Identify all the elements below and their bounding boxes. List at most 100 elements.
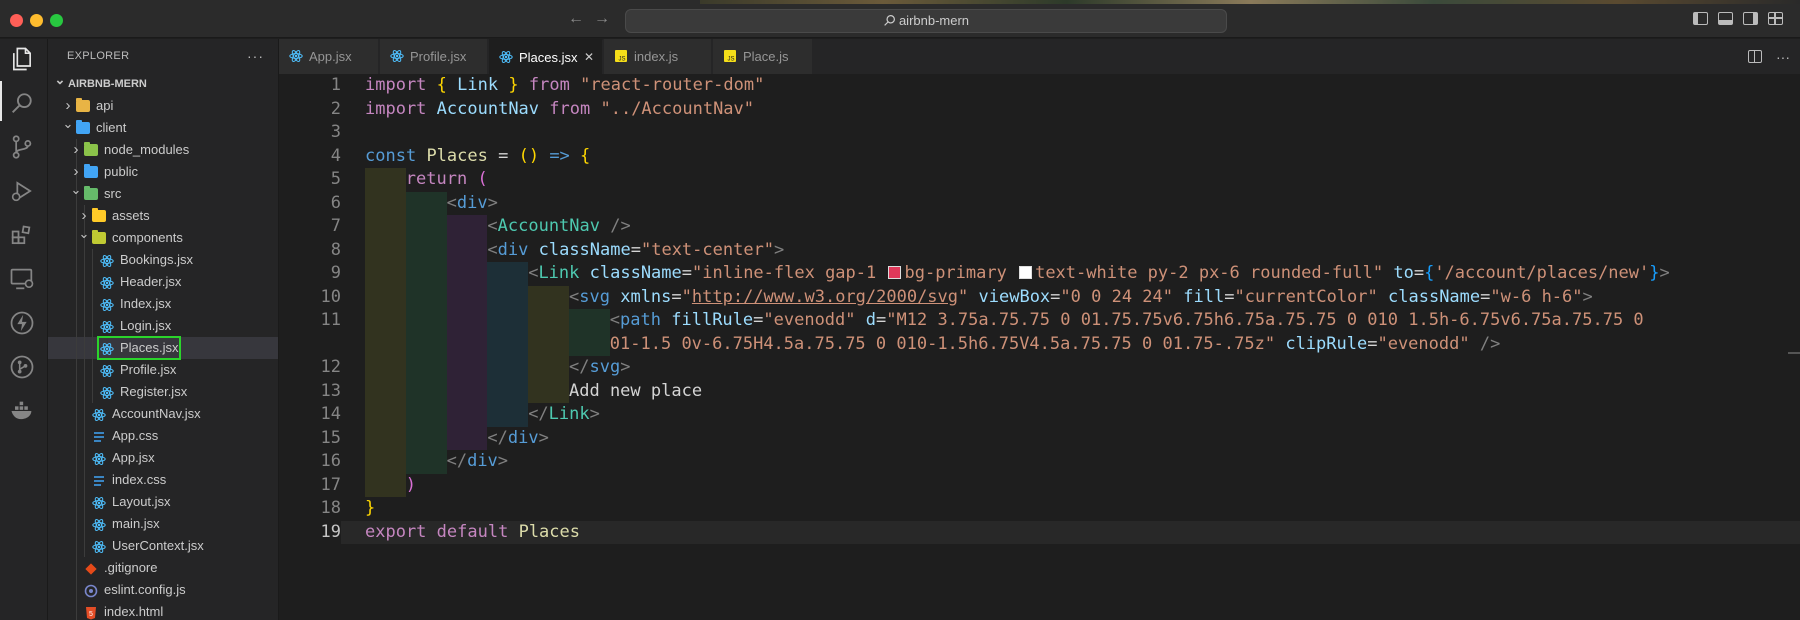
code-line[interactable]: 6 <div> <box>279 192 1800 216</box>
docker-icon[interactable] <box>8 397 40 429</box>
tab-place-js[interactable]: JS Place.js <box>713 39 813 74</box>
explorer-icon[interactable] <box>8 45 40 77</box>
code-line[interactable]: 16 </div> <box>279 450 1800 474</box>
tab-profile-jsx[interactable]: Profile.jsx <box>380 39 488 74</box>
tree-item-accountnav-jsx[interactable]: AccountNav.jsx <box>48 403 278 425</box>
string: text-white py-2 px-6 rounded-full" <box>1035 263 1384 283</box>
tree-item-api[interactable]: › api <box>48 95 278 117</box>
scrollbar-marker[interactable] <box>1788 352 1800 354</box>
tree-item-components[interactable]: ⌄ components <box>48 226 278 249</box>
more-actions-icon[interactable]: ··· <box>247 39 264 73</box>
tree-item-bookings-jsx[interactable]: Bookings.jsx <box>48 249 278 271</box>
toggle-primary-sidebar-icon[interactable] <box>1693 12 1708 25</box>
color-swatch[interactable] <box>888 266 902 279</box>
code-line[interactable]: 12 </svg> <box>279 356 1800 380</box>
more-actions-icon[interactable]: ··· <box>1776 49 1790 65</box>
code-line[interactable]: 17) <box>279 474 1800 498</box>
tree-item-label: .gitignore <box>104 560 158 575</box>
source-control-icon[interactable] <box>8 133 40 165</box>
tree-item-register-jsx[interactable]: Register.jsx <box>48 381 278 403</box>
code-editor[interactable]: 1 import { Link } from "react-router-dom"… <box>279 74 1800 620</box>
text <box>1378 287 1388 307</box>
tree-item-layout-jsx[interactable]: Layout.jsx <box>48 491 278 513</box>
code-line[interactable]: 15 </div> <box>279 427 1800 451</box>
chevron-down-icon[interactable]: ⌄ <box>62 113 74 135</box>
tree-item-places-jsx[interactable]: Places.jsx <box>48 336 278 360</box>
tree-item-app-jsx[interactable]: App.jsx <box>48 447 278 469</box>
minimize-window-button[interactable] <box>30 14 43 27</box>
close-window-button[interactable] <box>10 14 23 27</box>
file-icon-wrap <box>92 407 106 422</box>
indent-guide <box>84 315 85 337</box>
tree-item-index-css[interactable]: index.css <box>48 469 278 491</box>
chevron-right-icon[interactable]: › <box>70 139 82 161</box>
tree-item-public[interactable]: › public <box>48 161 278 183</box>
customize-layout-icon[interactable] <box>1768 12 1783 25</box>
toggle-secondary-sidebar-icon[interactable] <box>1743 12 1758 25</box>
tree-item-airbnb-mern[interactable]: ⌄ AIRBNB-MERN <box>48 72 278 95</box>
search-icon[interactable] <box>8 89 40 121</box>
code-content: <div> <box>447 192 498 216</box>
forward-arrow-icon[interactable]: → <box>594 10 610 28</box>
tree-item-profile-jsx[interactable]: Profile.jsx <box>48 359 278 381</box>
tree-item-label: index.css <box>112 472 167 487</box>
color-swatch[interactable] <box>1019 266 1033 279</box>
tab-index-js[interactable]: JS index.js <box>604 39 712 74</box>
chevron-down-icon[interactable]: ⌄ <box>70 179 82 201</box>
tree-item-node-modules[interactable]: › node_modules <box>48 139 278 161</box>
tree-item-app-css[interactable]: App.css <box>48 425 278 447</box>
line-number: 11 <box>320 310 341 330</box>
code-line[interactable]: 7 <AccountNav /> <box>279 215 1800 239</box>
split-editor-icon[interactable] <box>1748 50 1762 64</box>
punctuation: > <box>589 404 600 424</box>
code-line[interactable]: 10 <svg xmlns="http://www.w3.org/2000/svg… <box>279 286 1800 310</box>
line-number: 10 <box>320 286 341 307</box>
command-center-search[interactable]: airbnb-mern <box>625 9 1227 33</box>
run-debug-icon[interactable] <box>8 177 40 209</box>
tree-item-header-jsx[interactable]: Header.jsx <box>48 271 278 293</box>
extensions-icon[interactable] <box>8 221 40 253</box>
jsx-attribute: className <box>1388 286 1481 307</box>
tree-item-index-html[interactable]: 5 index.html <box>48 601 278 620</box>
lightning-icon[interactable] <box>8 309 40 341</box>
code-line[interactable]: 19 export default Places <box>279 521 1800 545</box>
code-line[interactable]: 18} <box>279 497 1800 521</box>
code-line[interactable]: 2 import AccountNav from "../AccountNav" <box>279 98 1800 122</box>
tree-item-login-jsx[interactable]: Login.jsx <box>48 315 278 337</box>
code-line[interactable]: 01-1.5 0v-6.75H4.5a.75.75 0 010-1.5h6.75… <box>279 333 1800 357</box>
tree-item-main-jsx[interactable]: main.jsx <box>48 513 278 535</box>
tree-item--gitignore[interactable]: .gitignore <box>48 557 278 579</box>
code-line[interactable]: 1 import { Link } from "react-router-dom" <box>279 74 1800 98</box>
code-line[interactable]: 5 return ( <box>279 168 1800 192</box>
keyword: import <box>365 98 427 119</box>
code-line[interactable]: 4 const Places = () => { <box>279 145 1800 169</box>
tree-item-src[interactable]: ⌄ src <box>48 182 278 205</box>
code-content: Add new place <box>569 380 702 404</box>
remote-explorer-icon[interactable] <box>8 265 40 297</box>
code-line[interactable]: 8 <div className="text-center"> <box>279 239 1800 263</box>
code-line[interactable]: 11 <path fillRule="evenodd" d="M12 3.75a.… <box>279 309 1800 333</box>
tree-item-usercontext-jsx[interactable]: UserContext.jsx <box>48 535 278 557</box>
code-line[interactable]: 13 Add new place <box>279 380 1800 404</box>
chevron-down-icon[interactable]: ⌄ <box>54 69 66 91</box>
jsx-tag: div <box>456 192 488 213</box>
tab-places-jsx[interactable]: Places.jsx ✕ <box>489 39 603 74</box>
tree-item-index-jsx[interactable]: Index.jsx <box>48 293 278 315</box>
code-line[interactable]: 9 <Link className="inline-flex gap-1 bg-p… <box>279 262 1800 286</box>
tree-item-client[interactable]: ⌄ client <box>48 116 278 139</box>
text <box>579 263 589 283</box>
maximize-window-button[interactable] <box>50 14 63 27</box>
file-tree: ⌄ AIRBNB-MERN › api ⌄ client › node_modules › pub… <box>48 72 278 620</box>
tab-icon: JS <box>723 41 737 76</box>
code-line[interactable]: 3 <box>279 121 1800 145</box>
code-line[interactable]: 14 </Link> <box>279 403 1800 427</box>
variable: Link <box>457 75 499 95</box>
git-graph-icon[interactable] <box>8 353 40 385</box>
tree-item-eslint-config-js[interactable]: eslint.config.js <box>48 579 278 601</box>
indent-guide <box>76 425 77 447</box>
chevron-down-icon[interactable]: ⌄ <box>78 223 90 245</box>
tab-app-jsx[interactable]: App.jsx <box>279 39 379 74</box>
toggle-panel-icon[interactable] <box>1718 12 1733 25</box>
back-arrow-icon[interactable]: ← <box>568 10 584 28</box>
close-icon[interactable]: ✕ <box>584 40 594 75</box>
